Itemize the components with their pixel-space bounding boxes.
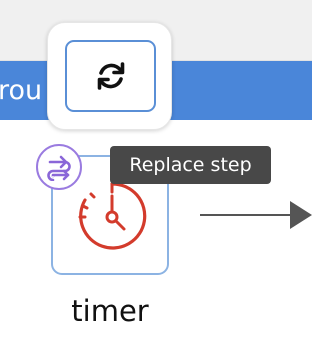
- flow-arrow: [200, 201, 312, 229]
- replace-step-tooltip: Replace step: [110, 146, 271, 184]
- swap-route-icon: [47, 155, 71, 181]
- refresh-icon: [97, 62, 124, 90]
- timer-icon: [71, 176, 153, 258]
- swap-route-badge[interactable]: [36, 144, 82, 190]
- timer-step-label: timer: [71, 294, 149, 328]
- replace-step-button[interactable]: [65, 40, 156, 112]
- route-header-label: rou: [0, 75, 43, 106]
